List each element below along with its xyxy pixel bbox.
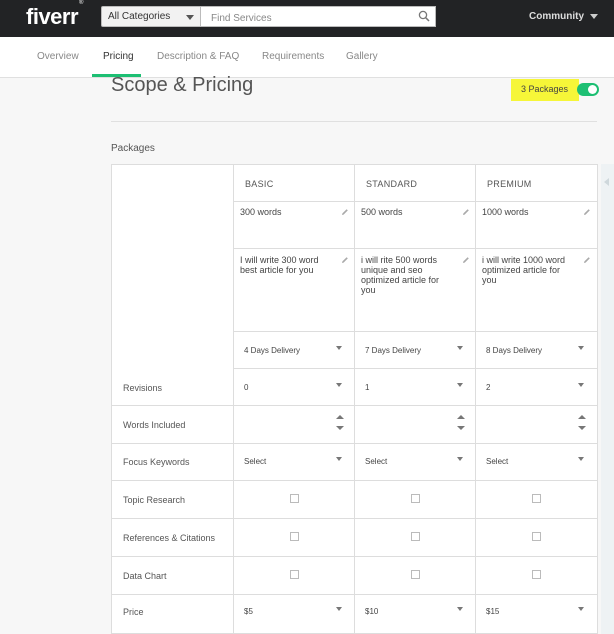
- premium-delivery-value: 8 Days Delivery: [486, 346, 543, 355]
- category-select-value: All Categories: [108, 11, 171, 22]
- premium-topic-research-checkbox[interactable]: [532, 494, 541, 503]
- basic-revisions-value: 0: [244, 383, 249, 392]
- tab-description-faq[interactable]: Description & FAQ: [157, 51, 239, 62]
- row-divider: [233, 368, 598, 369]
- fiverr-logo[interactable]: fiverr®: [26, 0, 83, 30]
- chevron-down-icon: [578, 457, 584, 461]
- standard-data-chart-checkbox[interactable]: [411, 570, 420, 579]
- basic-focus-keywords-value: Select: [244, 457, 267, 466]
- standard-focus-keywords-value: Select: [365, 457, 388, 466]
- pencil-icon[interactable]: [341, 208, 349, 216]
- pencil-icon[interactable]: [462, 208, 470, 216]
- premium-package-name[interactable]: 1000 words: [482, 207, 582, 217]
- tab-overview[interactable]: Overview: [37, 51, 79, 62]
- standard-package-description[interactable]: i will rite 500 words unique and seo opt…: [361, 255, 451, 295]
- category-select[interactable]: All Categories: [101, 6, 201, 27]
- column-divider: [475, 165, 476, 633]
- pencil-icon[interactable]: [583, 256, 591, 264]
- chevron-down-icon: [457, 383, 463, 387]
- chevron-down-icon: [186, 15, 194, 20]
- header-basic: BASIC: [245, 179, 274, 189]
- row-divider: [233, 201, 598, 202]
- page-title: Scope & Pricing: [111, 74, 254, 96]
- basic-delivery-value: 4 Days Delivery: [244, 346, 301, 355]
- chevron-down-icon: [457, 346, 463, 350]
- row-divider: [112, 518, 598, 519]
- top-navigation-bar: fiverr® All Categories Community: [0, 0, 614, 37]
- number-stepper-icon[interactable]: [578, 414, 586, 432]
- packages-toggle-label: 3 Packages: [511, 79, 579, 101]
- chevron-down-icon: [336, 607, 342, 611]
- premium-package-description[interactable]: i will write 1000 word optimized article…: [482, 255, 574, 285]
- row-divider: [233, 331, 598, 332]
- column-divider: [233, 165, 234, 633]
- column-divider: [597, 165, 598, 633]
- basic-package-description[interactable]: I will write 300 word best article for y…: [240, 255, 330, 275]
- row-label-price: Price: [123, 607, 144, 617]
- premium-references-checkbox[interactable]: [532, 532, 541, 541]
- basic-price-value: $5: [244, 607, 253, 616]
- tab-pricing[interactable]: Pricing: [103, 51, 134, 62]
- tab-requirements[interactable]: Requirements: [262, 51, 324, 62]
- row-divider: [112, 594, 598, 595]
- chevron-down-icon: [336, 457, 342, 461]
- chevron-down-icon: [590, 13, 598, 19]
- chevron-left-icon: [604, 178, 609, 186]
- header-standard: STANDARD: [366, 179, 418, 189]
- packages-toggle[interactable]: [577, 83, 599, 96]
- search-input[interactable]: [201, 6, 436, 27]
- basic-package-name[interactable]: 300 words: [240, 207, 340, 217]
- column-divider: [354, 165, 355, 633]
- tab-gallery[interactable]: Gallery: [346, 51, 378, 62]
- side-scroll-rail[interactable]: [601, 164, 614, 634]
- number-stepper-icon[interactable]: [457, 414, 465, 432]
- header-premium: PREMIUM: [487, 179, 532, 189]
- pencil-icon[interactable]: [341, 256, 349, 264]
- pencil-icon[interactable]: [583, 208, 591, 216]
- chevron-down-icon: [336, 346, 342, 350]
- row-divider: [112, 443, 598, 444]
- row-label-data-chart: Data Chart: [123, 571, 167, 581]
- gig-editor-tabs: Overview Pricing Description & FAQ Requi…: [0, 37, 614, 78]
- premium-price-value: $15: [486, 607, 500, 616]
- basic-references-checkbox[interactable]: [290, 532, 299, 541]
- community-label: Community: [529, 11, 584, 22]
- community-menu[interactable]: Community: [529, 11, 598, 22]
- basic-topic-research-checkbox[interactable]: [290, 494, 299, 503]
- row-divider: [233, 248, 598, 249]
- row-label-focus-keywords: Focus Keywords: [123, 457, 190, 467]
- premium-data-chart-checkbox[interactable]: [532, 570, 541, 579]
- chevron-down-icon: [578, 607, 584, 611]
- standard-delivery-value: 7 Days Delivery: [365, 346, 422, 355]
- toggle-knob: [588, 85, 597, 94]
- pencil-icon[interactable]: [462, 256, 470, 264]
- basic-data-chart-checkbox[interactable]: [290, 570, 299, 579]
- search-icon[interactable]: [418, 10, 430, 22]
- standard-revisions-value: 1: [365, 383, 370, 392]
- row-divider: [112, 480, 598, 481]
- chevron-down-icon: [457, 457, 463, 461]
- standard-package-name[interactable]: 500 words: [361, 207, 461, 217]
- premium-revisions-value: 2: [486, 383, 491, 392]
- standard-price-value: $10: [365, 607, 379, 616]
- chevron-down-icon: [457, 607, 463, 611]
- pricing-table: BASIC STANDARD PREMIUM 300 words 500 wor…: [111, 164, 598, 634]
- divider: [111, 121, 597, 122]
- chevron-down-icon: [578, 383, 584, 387]
- premium-focus-keywords-value: Select: [486, 457, 509, 466]
- row-label-references-citations: References & Citations: [123, 533, 216, 543]
- packages-heading: Packages: [111, 143, 155, 154]
- row-divider: [112, 556, 598, 557]
- row-label-topic-research: Topic Research: [123, 495, 186, 505]
- row-divider: [112, 405, 598, 406]
- chevron-down-icon: [336, 383, 342, 387]
- chevron-down-icon: [578, 346, 584, 350]
- number-stepper-icon[interactable]: [336, 414, 344, 432]
- standard-topic-research-checkbox[interactable]: [411, 494, 420, 503]
- row-label-revisions: Revisions: [123, 383, 163, 393]
- row-label-words-included: Words Included: [123, 420, 186, 430]
- standard-references-checkbox[interactable]: [411, 532, 420, 541]
